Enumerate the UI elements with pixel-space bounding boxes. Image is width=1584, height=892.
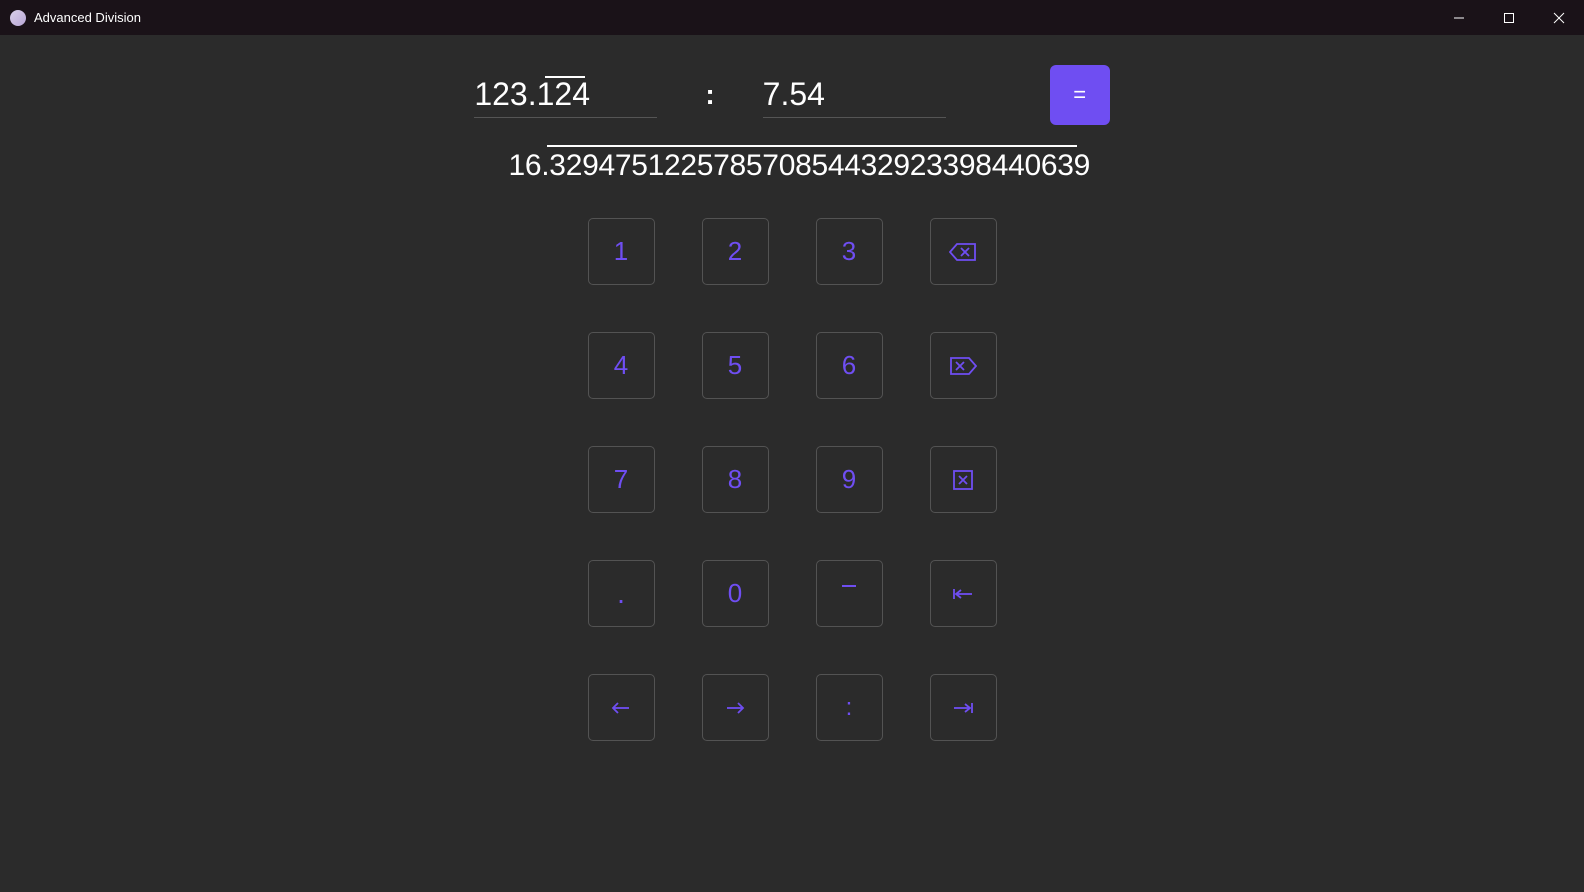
maximize-button[interactable] <box>1484 0 1534 35</box>
titlebar-controls <box>1434 0 1584 35</box>
division-colon: : <box>705 79 714 111</box>
key-delete-forward[interactable] <box>930 332 997 399</box>
close-button[interactable] <box>1534 0 1584 35</box>
close-icon <box>1553 12 1565 24</box>
backspace-icon <box>949 242 977 262</box>
dividend-field[interactable]: 123.124 <box>474 72 657 118</box>
key-tab-right[interactable] <box>930 674 997 741</box>
key-4[interactable]: 4 <box>588 332 655 399</box>
delete-forward-icon <box>949 356 977 376</box>
key-7[interactable]: 7 <box>588 446 655 513</box>
key-arrow-left[interactable] <box>588 674 655 741</box>
tab-left-icon <box>952 587 974 601</box>
key-5[interactable]: 5 <box>702 332 769 399</box>
divisor-value: 7.54 <box>763 72 946 118</box>
key-repeating-overbar[interactable] <box>816 560 883 627</box>
key-clear[interactable] <box>930 446 997 513</box>
minimize-icon <box>1453 12 1465 24</box>
equals-button[interactable]: = <box>1050 65 1110 125</box>
app-icon <box>10 10 26 26</box>
key-6[interactable]: 6 <box>816 332 883 399</box>
titlebar: Advanced Division <box>0 0 1584 35</box>
minimize-button[interactable] <box>1434 0 1484 35</box>
window-title: Advanced Division <box>34 10 141 25</box>
content: 123.124 : 7.54 = 16.32947512257857085443… <box>0 35 1584 741</box>
key-0[interactable]: 0 <box>702 560 769 627</box>
result-value: 16.329475122578570854432923398440639 <box>509 149 1076 183</box>
maximize-icon <box>1503 12 1515 24</box>
key-tab-left[interactable] <box>930 560 997 627</box>
key-2[interactable]: 2 <box>702 218 769 285</box>
key-colon[interactable]: : <box>816 674 883 741</box>
dividend-value: 123.124 <box>474 72 657 118</box>
tab-right-icon <box>952 701 974 715</box>
arrow-left-icon <box>611 701 631 715</box>
result-divider-line <box>547 145 1077 147</box>
key-1[interactable]: 1 <box>588 218 655 285</box>
key-period[interactable]: . <box>588 560 655 627</box>
key-backspace[interactable] <box>930 218 997 285</box>
result-row: 16.329475122578570854432923398440639 <box>509 145 1076 183</box>
key-3[interactable]: 3 <box>816 218 883 285</box>
key-8[interactable]: 8 <box>702 446 769 513</box>
repeating-overbar <box>545 76 585 78</box>
keypad: 1 2 3 4 5 6 7 8 9 <box>588 218 997 741</box>
key-arrow-right[interactable] <box>702 674 769 741</box>
arrow-right-icon <box>725 701 745 715</box>
divisor-field[interactable]: 7.54 <box>763 72 946 118</box>
titlebar-left: Advanced Division <box>10 10 141 26</box>
input-row: 123.124 : 7.54 = <box>474 65 1109 125</box>
clear-icon <box>952 469 974 491</box>
key-9[interactable]: 9 <box>816 446 883 513</box>
